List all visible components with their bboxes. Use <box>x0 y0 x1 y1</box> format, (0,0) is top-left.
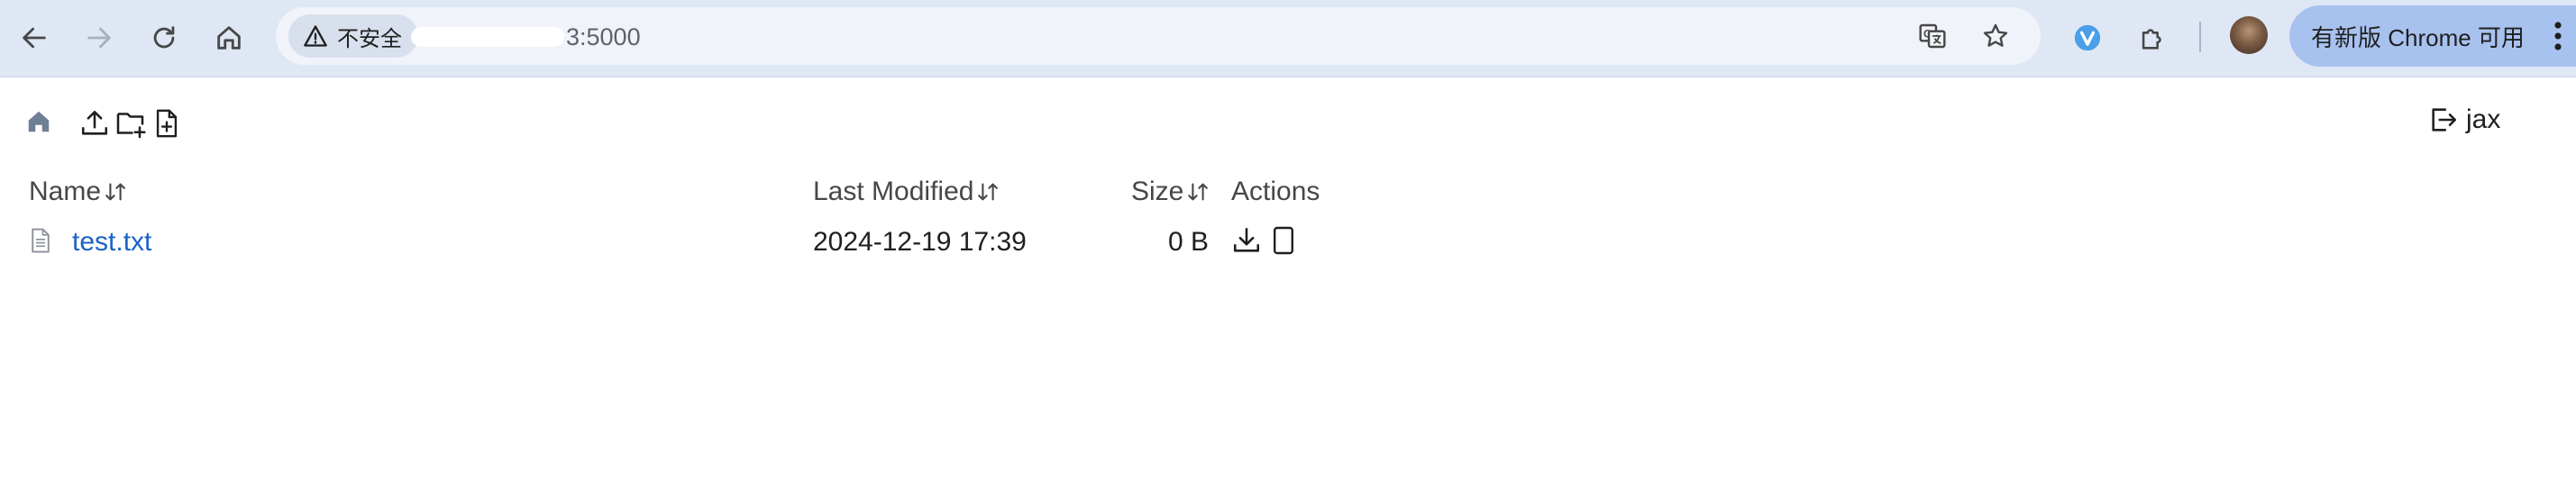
sort-icon <box>978 183 999 201</box>
forward-icon <box>87 27 111 49</box>
new-file-icon[interactable] <box>153 108 180 139</box>
chrome-update-button[interactable]: 有新版 Chrome 可用 <box>2289 5 2576 67</box>
column-header-size[interactable]: Size <box>1131 177 1210 207</box>
browser-toolbar: 不安全 3:5000 G 有新版 Chrome 可用 <box>0 0 2576 77</box>
file-name-link[interactable]: test.txt <box>72 227 151 258</box>
view-icon[interactable] <box>1271 225 1296 256</box>
column-header-name[interactable]: Name <box>29 177 128 207</box>
warning-icon <box>304 25 327 47</box>
translate-button[interactable]: G <box>1916 20 1949 52</box>
url-redaction <box>411 27 564 47</box>
username: jax <box>2466 104 2501 134</box>
file-size: 0 B <box>1168 227 1210 257</box>
file-icon <box>32 228 50 253</box>
file-modified: 2024-12-19 17:39 <box>813 227 1027 257</box>
puzzle-icon <box>2142 29 2161 50</box>
profile-avatar[interactable] <box>2230 16 2268 54</box>
sort-icon <box>1188 183 1209 201</box>
update-label: 有新版 Chrome 可用 <box>2311 23 2525 51</box>
extensions-button[interactable] <box>2125 11 2179 65</box>
column-header-modified[interactable]: Last Modified <box>813 177 1000 207</box>
column-modified-label: Last Modified <box>813 177 974 206</box>
url-text[interactable]: 3:5000 <box>566 23 641 51</box>
extension-v-icon <box>2074 24 2101 51</box>
logout-icon <box>2432 108 2457 132</box>
logout-button[interactable]: jax <box>2428 104 2500 135</box>
address-bar[interactable]: 不安全 3:5000 G <box>276 7 2041 65</box>
folder-home-icon[interactable] <box>25 108 52 135</box>
toolbar-divider <box>2199 22 2201 52</box>
reload-button[interactable] <box>137 11 191 65</box>
new-folder-icon[interactable] <box>115 108 148 139</box>
back-button[interactable] <box>7 11 61 65</box>
download-icon[interactable] <box>1231 225 1262 256</box>
back-icon <box>23 27 46 49</box>
reload-icon <box>153 26 175 49</box>
star-icon <box>1983 23 2008 47</box>
home-icon <box>217 26 241 50</box>
column-header-actions: Actions <box>1231 177 1320 207</box>
extension-v-button[interactable] <box>2060 11 2115 65</box>
upload-icon[interactable] <box>79 108 110 139</box>
sort-icon <box>105 183 125 201</box>
column-actions-label: Actions <box>1231 177 1320 206</box>
column-name-label: Name <box>29 177 102 206</box>
forward-button[interactable] <box>72 11 126 65</box>
home-button[interactable] <box>202 11 256 65</box>
column-size-label: Size <box>1131 177 1184 206</box>
translate-icon: G <box>1919 23 1946 49</box>
bookmark-button[interactable] <box>1979 20 2012 52</box>
more-icon[interactable] <box>2542 18 2574 54</box>
security-label: 不安全 <box>337 26 402 51</box>
security-chip[interactable]: 不安全 <box>288 14 418 58</box>
